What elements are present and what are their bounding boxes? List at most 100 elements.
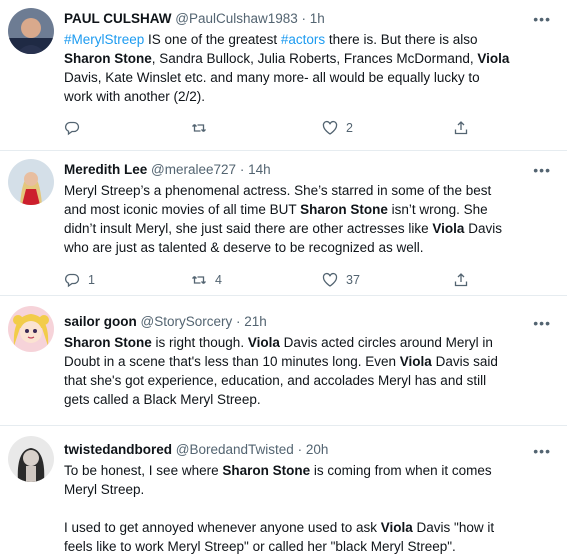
timestamp[interactable]: 21h xyxy=(244,314,267,329)
highlighted-text: Sharon Stone xyxy=(64,51,152,66)
tweet-text-line: and most iconic movies of all time BUT S… xyxy=(64,200,557,219)
highlighted-text: Sharon Stone xyxy=(300,202,388,217)
highlighted-text: Sharon Stone xyxy=(222,463,311,478)
separator-dot: · xyxy=(293,442,306,457)
like-button[interactable]: 2 xyxy=(322,120,353,136)
text-segment: feels like to work Meryl Streep" or call… xyxy=(64,539,456,554)
tweet-2[interactable]: Meredith Lee @meralee727 · 14h Meryl Str… xyxy=(0,151,567,294)
reply-button[interactable] xyxy=(64,120,80,136)
like-count: 37 xyxy=(346,273,360,287)
share-button[interactable] xyxy=(453,272,469,288)
tweet-text-line: who are just as talented & deserve to be… xyxy=(64,238,557,257)
text-segment: gets called a Black Meryl Streep. xyxy=(64,392,261,407)
tweet-3[interactable]: sailor goon @StorySorcery · 21h Sharon S… xyxy=(0,296,567,424)
tweet-text: #MerylStreep IS one of the greatest #act… xyxy=(64,30,557,106)
text-segment: who are just as talented & deserve to be… xyxy=(64,240,424,255)
tweet-text-line: To be honest, I see where Sharon Stone i… xyxy=(64,461,557,480)
avatar[interactable] xyxy=(8,8,54,54)
text-segment: is right though. xyxy=(151,335,248,350)
author-name[interactable]: sailor goon xyxy=(64,314,137,329)
share-button[interactable] xyxy=(453,120,469,136)
more-options-icon[interactable]: ••• xyxy=(533,316,551,330)
author-handle[interactable]: @meralee727 xyxy=(151,162,236,177)
tweet-text-line: work with another (2/2). xyxy=(64,87,557,106)
author-handle[interactable]: @StorySorcery xyxy=(141,314,233,329)
text-segment: I used to get annoyed whenever anyone us… xyxy=(64,520,381,535)
tweet-text-line: I used to get annoyed whenever anyone us… xyxy=(64,518,557,537)
text-segment: there is. But there is also xyxy=(325,32,478,47)
text-segment: IS one of the greatest xyxy=(144,32,281,47)
tweet-4[interactable]: twistedandbored @BoredandTwisted · 20h T… xyxy=(0,426,567,559)
text-segment: Meryl Streep. xyxy=(64,482,145,497)
text-segment: To be honest, I see where xyxy=(64,463,223,478)
text-segment: didn’t insult Meryl, she just said there… xyxy=(64,221,433,236)
separator-dot: · xyxy=(236,162,249,177)
timestamp[interactable]: 14h xyxy=(248,162,271,177)
text-segment: Davis acted circles around Meryl in xyxy=(279,335,493,350)
tweet-actions: 1 4 37 xyxy=(64,272,494,290)
reply-icon xyxy=(65,121,80,136)
more-options-icon[interactable]: ••• xyxy=(533,163,551,177)
author-name[interactable]: Meredith Lee xyxy=(64,162,147,177)
tweet-text-line: feels like to work Meryl Streep" or call… xyxy=(64,537,557,556)
text-segment: and most iconic movies of all time BUT xyxy=(64,202,301,217)
retweet-button[interactable]: 4 xyxy=(191,272,222,288)
heart-icon xyxy=(322,120,338,135)
highlighted-text: Viola xyxy=(247,335,280,350)
text-segment xyxy=(64,501,68,516)
text-segment: that she's got experience, education, an… xyxy=(64,373,487,388)
highlighted-text: Viola xyxy=(380,520,413,535)
tweet-1[interactable]: PAUL CULSHAW @PaulCulshaw1983 · 1h #Mery… xyxy=(0,0,567,150)
text-segment: Meryl Streep’s a phenomenal actress. She… xyxy=(64,183,492,198)
reply-button[interactable]: 1 xyxy=(64,272,95,288)
tweet-text-line: didn’t insult Meryl, she just said there… xyxy=(64,219,557,238)
hashtag-link[interactable]: #actors xyxy=(281,32,325,47)
text-segment: isn’t wrong. She xyxy=(387,202,488,217)
reply-icon xyxy=(65,273,80,288)
avatar[interactable] xyxy=(8,159,54,205)
avatar[interactable] xyxy=(8,436,54,482)
tweet-text-line: Sharon Stone is right though. Viola Davi… xyxy=(64,333,557,352)
tweet-text-line: Meryl Streep. xyxy=(64,480,557,499)
text-segment: Davis, Kate Winslet etc. and many more- … xyxy=(64,70,480,85)
tweet-actions: 2 xyxy=(64,120,494,138)
share-icon xyxy=(454,121,468,135)
highlighted-text: Viola xyxy=(432,221,465,236)
tweet-header: sailor goon @StorySorcery · 21h xyxy=(64,313,557,331)
tweet-text-line: #MerylStreep IS one of the greatest #act… xyxy=(64,30,557,49)
text-segment: Doubt in a scene that's less than 10 min… xyxy=(64,354,400,369)
author-name[interactable]: PAUL CULSHAW xyxy=(64,11,172,26)
author-handle[interactable]: @BoredandTwisted xyxy=(176,442,294,457)
share-icon xyxy=(454,273,468,287)
tweet-text-line: Doubt in a scene that's less than 10 min… xyxy=(64,352,557,371)
more-options-icon[interactable]: ••• xyxy=(533,444,551,458)
separator-dot: · xyxy=(232,314,245,329)
highlighted-text: Sharon Stone xyxy=(64,335,152,350)
tweet-text-line: gets called a Black Meryl Streep. xyxy=(64,390,557,409)
tweet-text-line xyxy=(64,499,557,518)
text-segment: Davis xyxy=(464,221,502,236)
retweet-icon xyxy=(192,276,206,284)
retweet-button[interactable] xyxy=(191,120,207,136)
tweet-text-line: Meryl Streep’s a phenomenal actress. She… xyxy=(64,181,557,200)
like-button[interactable]: 37 xyxy=(322,272,360,288)
like-count: 2 xyxy=(346,121,353,135)
retweet-icon xyxy=(192,124,206,132)
text-segment: Davis said xyxy=(431,354,498,369)
timestamp[interactable]: 20h xyxy=(306,442,329,457)
tweet-text: Meryl Streep’s a phenomenal actress. She… xyxy=(64,181,557,257)
text-segment: is coming from when it comes xyxy=(310,463,492,478)
tweet-text: To be honest, I see where Sharon Stone i… xyxy=(64,461,557,556)
author-handle[interactable]: @PaulCulshaw1983 xyxy=(175,11,298,26)
hashtag-link[interactable]: #MerylStreep xyxy=(64,32,144,47)
text-segment: work with another (2/2). xyxy=(64,89,206,104)
highlighted-text: Viola xyxy=(477,51,510,66)
author-name[interactable]: twistedandbored xyxy=(64,442,172,457)
tweet-text-line: Sharon Stone, Sandra Bullock, Julia Robe… xyxy=(64,49,557,68)
reply-count: 1 xyxy=(88,273,95,287)
text-segment: , Sandra Bullock, Julia Roberts, Frances… xyxy=(151,51,478,66)
avatar[interactable] xyxy=(8,306,54,352)
highlighted-text: Viola xyxy=(399,354,432,369)
timestamp[interactable]: 1h xyxy=(310,11,325,26)
more-options-icon[interactable]: ••• xyxy=(533,12,551,26)
